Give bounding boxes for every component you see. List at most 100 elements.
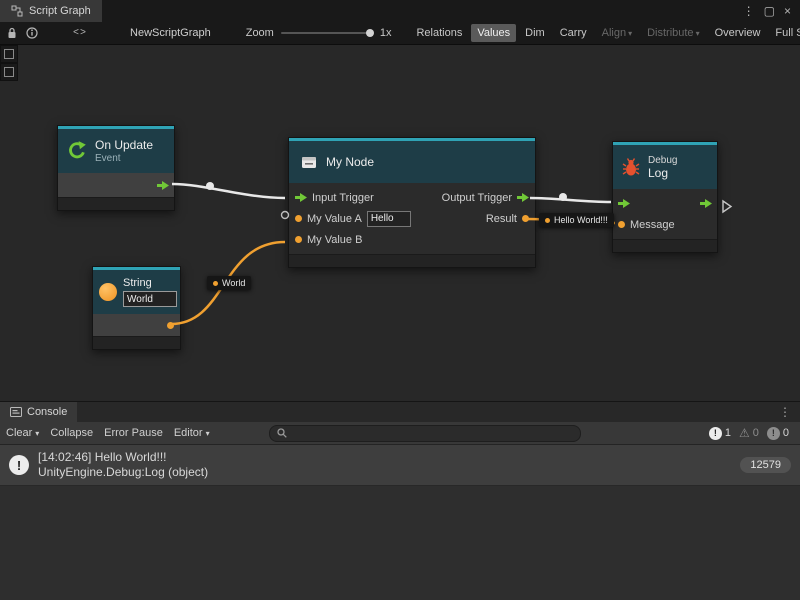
string-icon [99,283,117,301]
zoom-slider-knob[interactable] [366,29,374,37]
info-count: 1 [725,427,731,439]
node-title: On Update [95,138,153,152]
unity-editor-window: Script Graph ⋮ ▢ × <> NewScriptGraph Zoo… [0,0,800,600]
tab-script-graph[interactable]: Script Graph [0,0,102,22]
value-a-port[interactable] [295,215,302,222]
message-port[interactable] [618,221,625,228]
graph-pointer-icon [723,201,731,212]
search-icon [277,428,287,438]
editor-button[interactable]: Editor ▾ [174,427,210,439]
string-literal-node[interactable]: String [92,266,181,350]
editor-label: Editor [174,427,203,439]
node-footer [613,239,717,252]
string-value-input[interactable] [123,291,177,307]
maximize-icon[interactable]: ▢ [764,4,775,18]
flow-wire-onupdate-to-mynode[interactable] [172,184,285,198]
info-log-icon: ! [9,455,29,475]
node-title: My Node [326,155,374,169]
info-count-toggle[interactable]: ! 1 [709,427,731,440]
console-panel: Console ⋮ Clear ▾ Collapse Error Pause E… [0,401,800,600]
edit-code-icon[interactable]: <> [73,28,87,39]
output-trigger-port[interactable] [517,193,529,202]
search-input[interactable] [292,426,573,440]
node-header-text: On Update Event [95,138,153,164]
port-row [613,193,717,214]
flow-wire-mynode-to-debug[interactable] [530,198,611,202]
port-row: My Value B [289,229,535,250]
node-header-text: String [123,277,177,307]
console-log-area[interactable]: ! [14:02:46] Hello World!!! UnityEngine.… [0,445,800,600]
wire-value-text: World [222,278,245,288]
tab-console[interactable]: Console [0,402,77,422]
zoom-control: Zoom 1x [246,27,392,39]
value-a-literal-input[interactable] [367,211,411,227]
console-search[interactable] [269,425,581,442]
inspector-toggle[interactable] [0,45,18,63]
my-node[interactable]: My Node Input Trigger Output Trigger [288,137,536,268]
graph-canvas[interactable]: On Update Event My Node [0,45,800,401]
chevron-down-icon: ▾ [628,29,632,38]
values-button[interactable]: Values [471,24,516,42]
info-icon[interactable] [26,27,38,39]
overview-button[interactable]: Overview [709,24,767,42]
warning-count-toggle[interactable]: ⚠ 0 [739,427,759,439]
node-header-text: Debug Log [648,155,677,180]
debug-log-node[interactable]: Debug Log Message [612,141,718,253]
align-button[interactable]: Align ▾ [596,24,638,42]
port-row: Input Trigger Output Trigger [289,187,535,208]
graph-name-label: NewScriptGraph [130,27,211,39]
error-count-toggle[interactable]: ! 0 [767,427,789,440]
clear-button[interactable]: Clear ▾ [6,427,39,439]
kebab-menu-icon[interactable]: ⋮ [743,4,755,18]
wire-value-badge-world: World [207,276,251,290]
window-controls: ⋮ ▢ × [743,0,800,22]
flow-pulse-dot [206,182,214,190]
carry-button[interactable]: Carry [554,24,593,42]
script-graph-icon [11,5,23,17]
my-node-icon [299,152,319,172]
dim-button[interactable]: Dim [519,24,551,42]
on-update-event-node[interactable]: On Update Event [57,125,175,211]
kebab-menu-icon[interactable]: ⋮ [770,402,800,422]
fullscreen-button[interactable]: Full S [769,24,800,42]
zoom-slider[interactable] [281,32,373,34]
port-label: Message [630,219,675,231]
chevron-down-icon: ▾ [206,429,210,438]
blackboard-toggle[interactable] [0,63,18,81]
value-dot-icon [545,218,550,223]
relations-button[interactable]: Relations [410,24,468,42]
close-icon[interactable]: × [784,4,791,18]
node-footer [289,254,535,267]
tab-title: Script Graph [29,5,91,17]
flow-input-port[interactable] [618,199,630,208]
log-entry-count-badge: 12579 [740,457,791,473]
flow-output-port[interactable] [700,199,712,208]
value-dot-icon [213,281,218,286]
console-tab-bar: Console ⋮ [0,401,800,422]
node-title: Log [648,166,677,180]
console-toolbar: Clear ▾ Collapse Error Pause Editor ▾ ! … [0,422,800,445]
wire-value-badge-hello-world: Hello World!!! [539,213,614,227]
value-b-port[interactable] [295,236,302,243]
info-icon: ! [709,427,722,440]
log-entry-text: [14:02:46] Hello World!!! UnityEngine.De… [38,450,208,480]
node-footer [93,336,180,349]
log-entry[interactable]: ! [14:02:46] Hello World!!! UnityEngine.… [0,445,800,486]
wire-value-text: Hello World!!! [554,215,608,225]
input-trigger-port[interactable] [295,193,307,202]
distribute-button[interactable]: Distribute ▾ [641,24,705,42]
string-output-port[interactable] [167,322,174,329]
log-entry-line1: [14:02:46] Hello World!!! [38,450,208,465]
panel-icon [4,67,14,77]
zoom-value: 1x [380,27,392,39]
flow-output-port[interactable] [157,181,169,190]
port-label: My Value A [307,213,362,225]
distribute-label: Distribute [647,27,693,39]
result-port[interactable] [522,215,529,222]
collapse-button[interactable]: Collapse [50,427,93,439]
chevron-down-icon: ▾ [35,429,39,438]
clear-label: Clear [6,427,32,439]
lock-icon[interactable] [7,27,17,39]
error-pause-button[interactable]: Error Pause [104,427,163,439]
error-icon: ! [767,427,780,440]
